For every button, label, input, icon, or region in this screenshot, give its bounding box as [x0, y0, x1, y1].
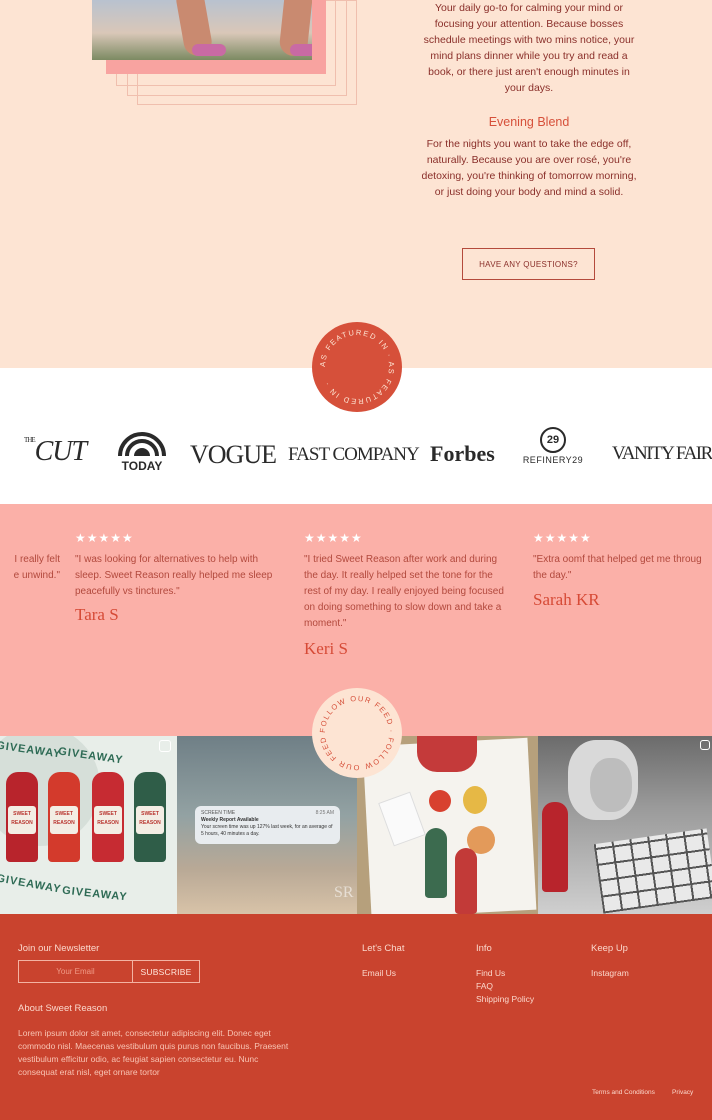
product-bottle: SWEET REASON [134, 772, 166, 862]
review-card-partial: I really felt e unwind." [0, 552, 60, 584]
logo-forbes: Forbes [430, 441, 495, 466]
as-featured-in-badge: AS FEATURED IN · AS FEATURED IN · [312, 322, 402, 412]
instagram-icon [159, 740, 171, 752]
footer-link-find-us[interactable]: Find Us [476, 968, 505, 978]
evening-blend-title: Evening Blend [488, 115, 570, 129]
lifestyle-photo [92, 0, 312, 60]
review-text-line: I really felt [14, 554, 60, 565]
reviewer-name: Keri S [304, 639, 348, 658]
logo-fast-company: FAST COMPANY [288, 444, 420, 465]
follow-our-feed-badge[interactable]: FOLLOW OUR FEED · FOLLOW OUR FEED · [312, 688, 402, 778]
product-blends-section: Your daily go-to for calming your mind o… [0, 0, 712, 368]
notification-title: Weekly Report Available [201, 817, 259, 823]
giveaway-text-bottom: GIVEAWAY [61, 884, 129, 904]
product-bottle [542, 802, 568, 892]
keep-up-heading: Keep Up [591, 943, 628, 954]
badge-text: FOLLOW OUR FEED · FOLLOW OUR FEED · [312, 688, 395, 772]
feed-post-woman[interactable] [538, 736, 712, 914]
review-text: "I was looking for alternatives to help … [75, 554, 273, 597]
notification-body: Your screen time was up 127% last week, … [201, 824, 333, 837]
evening-blend-description: For the nights you want to take the edge… [421, 138, 637, 198]
product-bottle [425, 828, 447, 898]
footer-link-instagram[interactable]: Instagram [591, 968, 629, 978]
refinery29-icon: 29 [540, 427, 566, 453]
logo-today-text: TODAY [121, 459, 163, 473]
logo-refinery29-text: REFINERY29 [522, 455, 584, 465]
email-input[interactable]: Your Email [18, 960, 133, 983]
notification-card: SCREEN TIME 8:25 AM Weekly Report Availa… [195, 806, 340, 844]
info-heading: Info [476, 943, 492, 954]
footer-link-privacy[interactable]: Privacy [672, 1089, 693, 1096]
footer-link-terms[interactable]: Terms and Conditions [592, 1089, 655, 1096]
newsletter-heading: Join our Newsletter [18, 943, 100, 954]
review-text-line: e unwind." [13, 570, 60, 581]
reviewer-name: Sarah KR [533, 590, 600, 609]
logo-vanity-fair: VANITY FAIR [612, 443, 712, 464]
footer-link-faq[interactable]: FAQ [476, 981, 493, 991]
product-bottle: SWEET REASON [6, 772, 38, 862]
product-bottle: SWEET REASON [48, 772, 80, 862]
notification-time: 8:25 AM [315, 810, 334, 816]
logo-today: TODAY [116, 432, 168, 473]
watermark-text: SR [334, 884, 354, 901]
daily-blend-description: Your daily go-to for calming your mind o… [423, 2, 635, 94]
product-bottle: SWEET REASON [92, 772, 124, 862]
logo-vogue: VOGUE [190, 440, 277, 469]
today-rainbow-icon [118, 432, 166, 457]
logo-the-cut: THECUT [24, 436, 87, 467]
footer-link-shipping-policy[interactable]: Shipping Policy [476, 994, 534, 1004]
footer-link-email-us[interactable]: Email Us [362, 968, 396, 978]
giveaway-text-bottom: GIVEAWAY [0, 872, 63, 896]
feed-post-giveaway[interactable]: GIVEAWAY GIVEAWAY GIVEAWAY GIVEAWAY SWEE… [0, 736, 177, 914]
subscribe-button[interactable]: SUBSCRIBE [132, 960, 200, 983]
lets-chat-heading: Let's Chat [362, 943, 405, 954]
review-text: "I tried Sweet Reason after work and dur… [304, 554, 504, 629]
badge-text: AS FEATURED IN · AS FEATURED IN · [318, 328, 395, 406]
svg-text:FOLLOW OUR FEED · FOLLOW OUR F: FOLLOW OUR FEED · FOLLOW OUR FEED · [312, 688, 396, 772]
product-bottle [455, 848, 477, 914]
logo-refinery29: 29 REFINERY29 [518, 427, 588, 465]
review-text: "Extra oomf that helped get me throug th… [533, 554, 702, 581]
reviewer-name: Tara S [75, 605, 119, 624]
instagram-icon [700, 740, 710, 750]
about-text: Lorem ipsum dolor sit amet, consectetur … [18, 1028, 289, 1077]
star-rating: ★★★★★ [75, 531, 134, 545]
star-rating: ★★★★★ [304, 531, 363, 545]
about-heading: About Sweet Reason [18, 1003, 108, 1014]
site-footer: Join our Newsletter Your Email SUBSCRIBE… [0, 914, 712, 1120]
notification-app: SCREEN TIME [201, 810, 236, 816]
have-questions-button[interactable]: HAVE ANY QUESTIONS? [462, 248, 595, 280]
svg-text:AS FEATURED IN · AS FEATURED I: AS FEATURED IN · AS FEATURED IN · [318, 328, 396, 406]
star-rating: ★★★★★ [533, 531, 592, 545]
